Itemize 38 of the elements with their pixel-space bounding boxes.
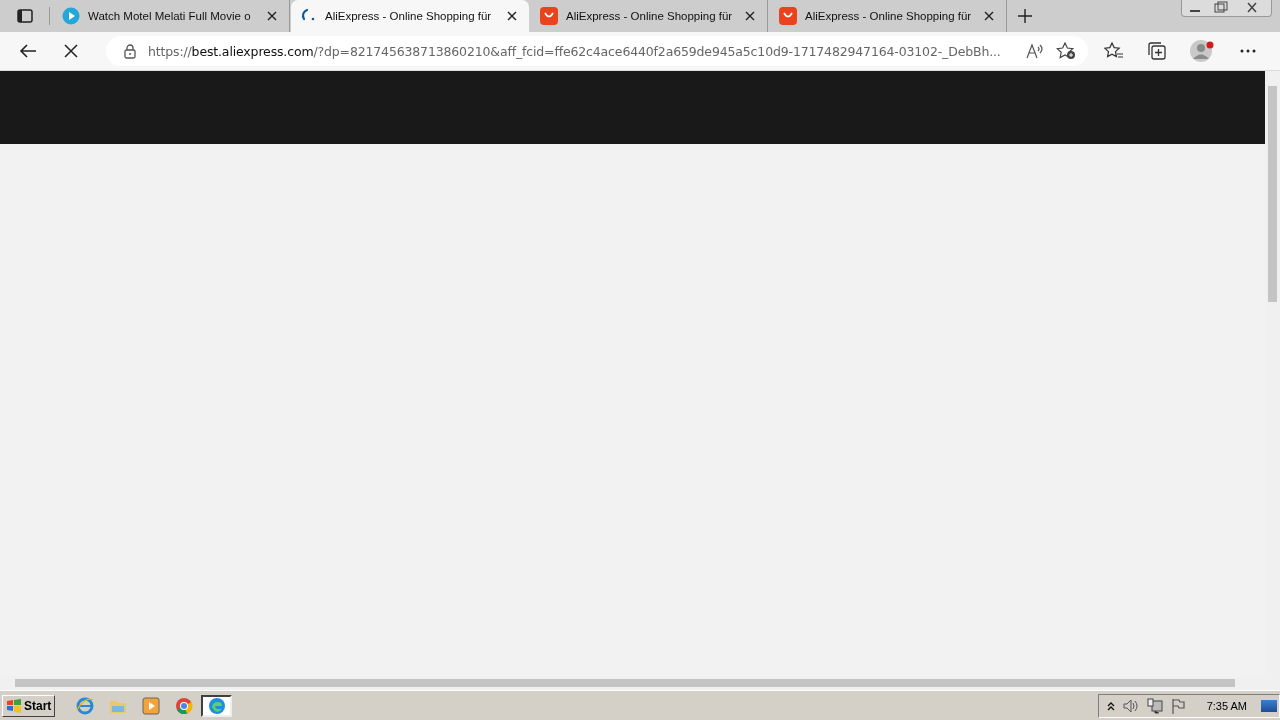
play-icon [62, 7, 80, 25]
collections-icon[interactable] [1148, 42, 1166, 60]
tab-title: AliExpress - Online Shopping für [805, 10, 973, 22]
close-icon[interactable] [745, 11, 755, 21]
close-icon[interactable] [267, 11, 277, 21]
tab-title: AliExpress - Online Shopping für [325, 10, 493, 22]
browser-e-icon [75, 696, 94, 715]
speaker-icon[interactable] [1122, 698, 1139, 713]
tab-title: AliExpress - Online Shopping für [566, 10, 734, 22]
back-icon[interactable] [19, 43, 37, 59]
shopping-bag-icon [540, 7, 558, 25]
chrome-icon [174, 696, 193, 715]
shopping-bag-icon [779, 7, 797, 25]
address-bar[interactable]: https://best.aliexpress.com/?dp=821745638713860210&aff_fcid=ffe62c4ace6440f2a659de945a5c10d9-1717482947164-03102-_DebBh... [106, 36, 1088, 66]
stop-icon[interactable] [64, 44, 78, 58]
add-favorite-icon[interactable] [1056, 42, 1076, 60]
read-aloud-icon[interactable] [1026, 43, 1044, 59]
media-player-icon [141, 696, 160, 715]
show-desktop-button[interactable] [1261, 699, 1277, 712]
lock-icon [124, 43, 136, 59]
flag-icon[interactable] [1170, 697, 1185, 714]
start-button[interactable]: Start [2, 694, 56, 717]
network-icon[interactable] [1146, 697, 1163, 714]
more-icon[interactable] [1240, 49, 1256, 53]
close-icon[interactable] [984, 11, 994, 21]
new-tab-icon[interactable] [1018, 9, 1032, 23]
tab-actions-icon[interactable] [17, 9, 33, 23]
taskbar-app-button[interactable] [201, 694, 233, 717]
show-hidden-icon[interactable] [1106, 700, 1115, 711]
windows-logo-icon [6, 698, 22, 713]
window-controls[interactable] [1181, 0, 1272, 17]
profile-avatar-icon[interactable] [1190, 39, 1216, 63]
close-icon[interactable] [507, 11, 517, 21]
browser-tab[interactable]: AliExpress - Online Shopping für [291, 0, 529, 32]
edge-icon [207, 696, 226, 715]
clock: 7:35 AM [1206, 699, 1247, 712]
favorites-icon[interactable] [1104, 42, 1124, 60]
tab-title: Watch Motel Melati Full Movie o [88, 10, 252, 22]
